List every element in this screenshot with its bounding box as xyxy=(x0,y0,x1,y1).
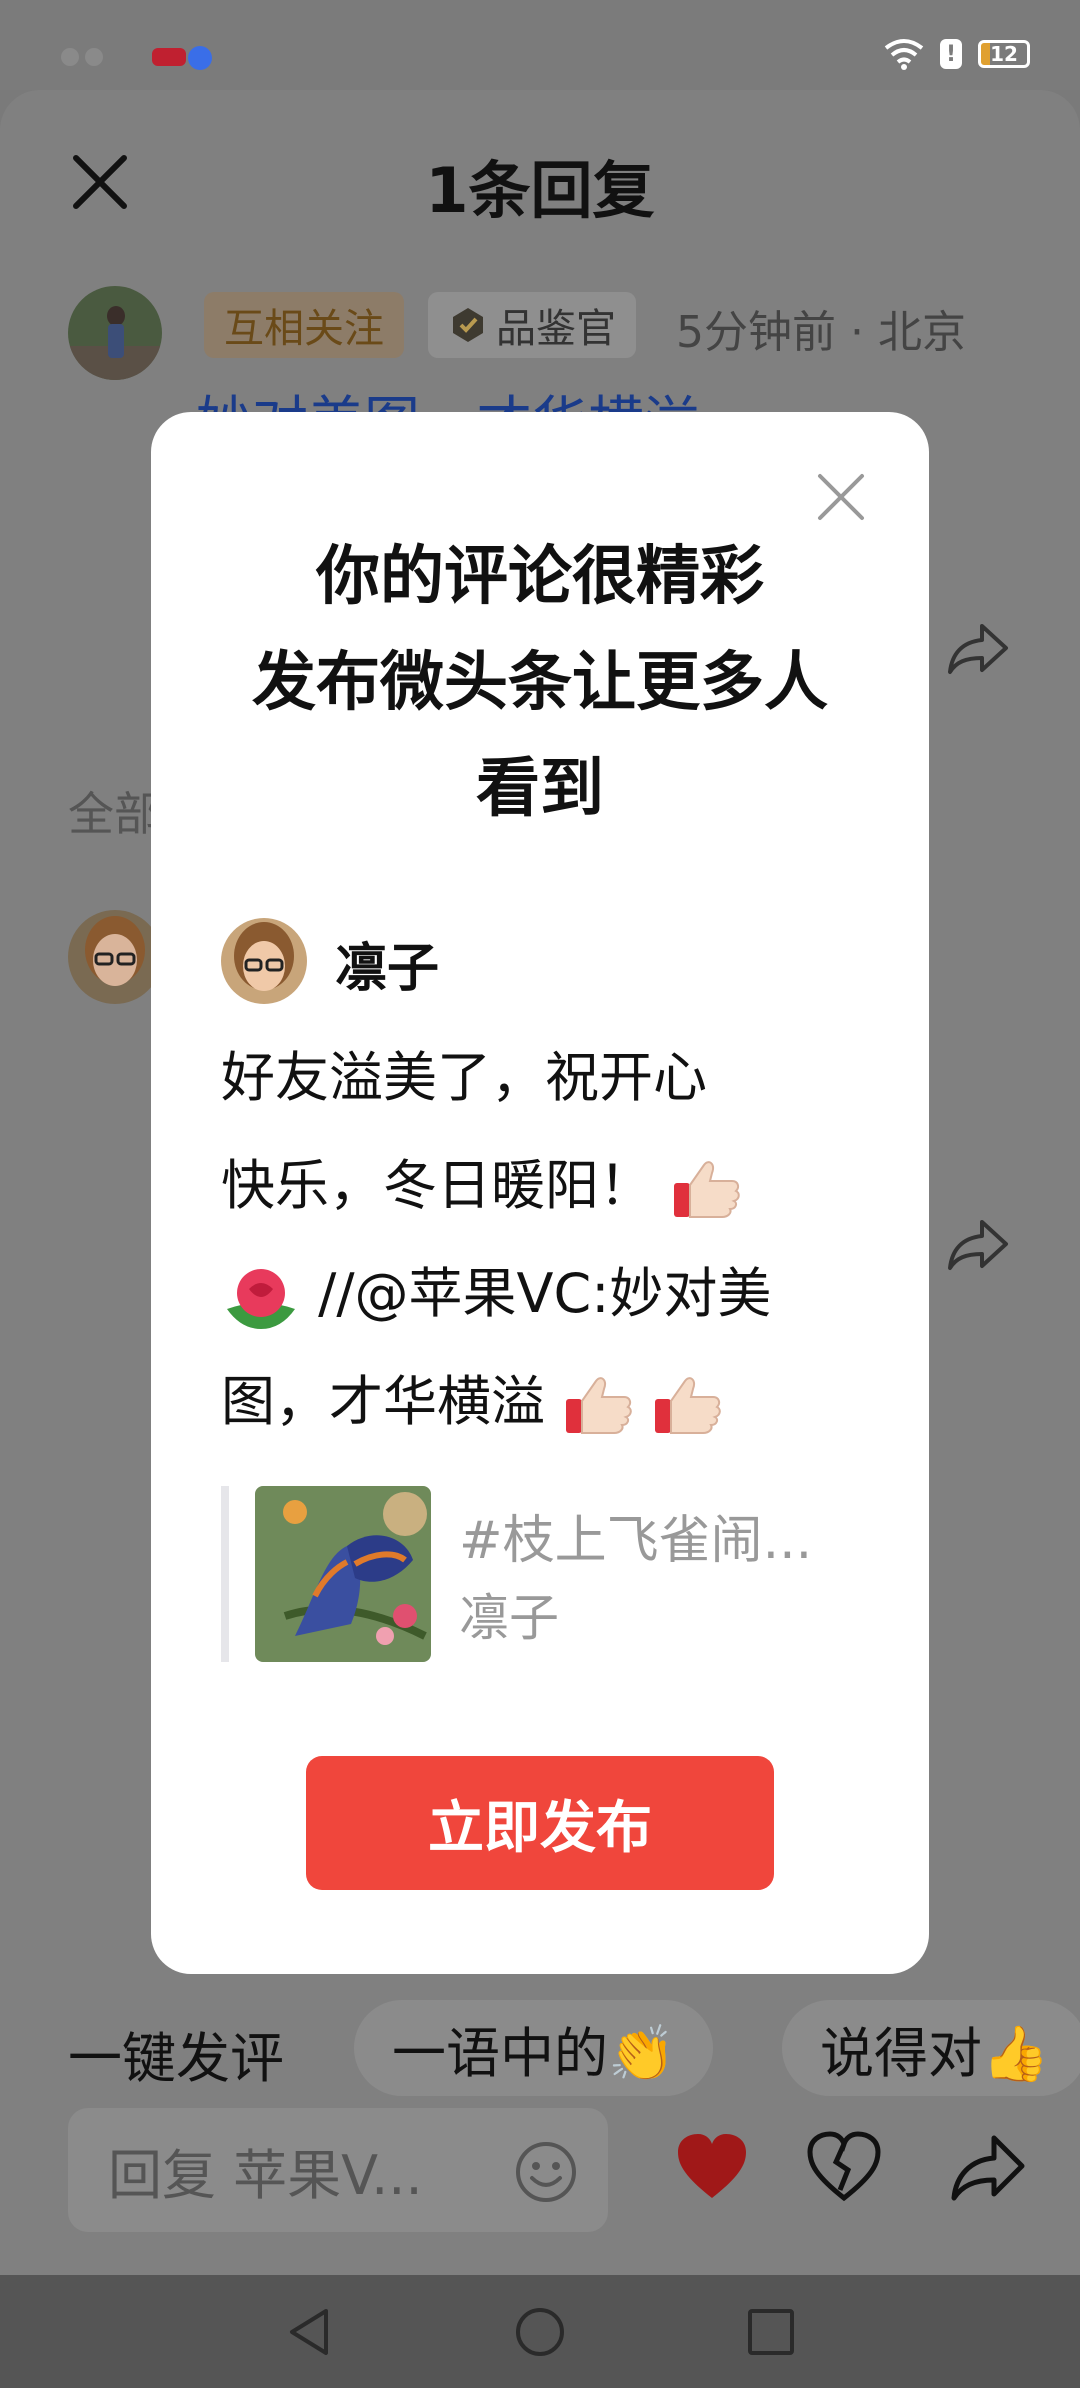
comment-meta: 5分钟前 · 北京 xyxy=(676,307,966,358)
body-text: 快乐，冬日暖阳！ xyxy=(221,1154,653,1217)
publish-now-button[interactable]: 立即发布 xyxy=(306,1756,774,1890)
body-text: //@苹果VC:妙对美 xyxy=(318,1262,772,1325)
home-icon[interactable] xyxy=(513,2305,567,2359)
all-replies-label: 全部 xyxy=(68,787,160,841)
like-heart-icon[interactable] xyxy=(674,2130,750,2206)
sheet-title: 1条回复 xyxy=(425,154,655,227)
body-line: 图，才华横溢 xyxy=(221,1348,841,1456)
quoted-post-title[interactable]: #枝上飞雀闹... xyxy=(459,1498,812,1573)
avatar[interactable] xyxy=(68,910,162,1004)
battery-icon: 12 xyxy=(978,40,1030,68)
headline-line: 发布微头条让更多人 xyxy=(252,646,828,720)
share-icon[interactable] xyxy=(946,1216,1010,1272)
reply-input-placeholder: 回复 苹果V... xyxy=(108,2143,423,2207)
thumbs-up-icon xyxy=(674,1161,740,1219)
body-line: 快乐，冬日暖阳！ xyxy=(221,1132,841,1240)
thumbs-up-icon xyxy=(566,1377,632,1435)
quote-divider xyxy=(221,1486,229,1662)
quick-reply-chip[interactable]: 一语中的👏 xyxy=(354,2000,714,2096)
body-text: 图，才华横溢 xyxy=(221,1370,545,1433)
body-line: //@苹果VC:妙对美 xyxy=(221,1240,841,1348)
publish-prompt-dialog: 你的评论很精彩 发布微头条让更多人 看到 凛子 好友溢美了，祝开心 快乐，冬日暖… xyxy=(151,412,929,1974)
share-icon[interactable] xyxy=(950,2130,1026,2206)
reply-input[interactable]: 回复 苹果V... xyxy=(68,2108,608,2232)
system-nav-bar xyxy=(0,2275,1080,2388)
status-notification-icons xyxy=(61,46,212,70)
body-line: 好友溢美了，祝开心 xyxy=(221,1046,707,1109)
critic-badge: 品鉴官 xyxy=(428,292,636,358)
dialog-headline: 你的评论很精彩 发布微头条让更多人 看到 xyxy=(151,524,929,842)
share-icon[interactable] xyxy=(946,620,1010,676)
status-bar: ! 12 xyxy=(0,0,1080,90)
avatar xyxy=(221,918,307,1004)
broken-heart-icon[interactable] xyxy=(806,2130,882,2206)
headline-line: 你的评论很精彩 xyxy=(316,540,764,614)
wifi-icon xyxy=(884,39,924,70)
quick-comment-button[interactable]: 一键发评 xyxy=(68,2014,284,2093)
thumbs-up-icon xyxy=(655,1377,722,1435)
mutual-follow-badge: 互相关注 xyxy=(204,292,404,358)
emoji-icon[interactable] xyxy=(514,2140,578,2204)
quick-reply-chip[interactable]: 说得对👍 xyxy=(782,2000,1080,2096)
critic-badge-label: 品鉴官 xyxy=(496,306,616,352)
critic-badge-icon xyxy=(453,308,483,342)
back-icon[interactable] xyxy=(282,2305,336,2359)
quoted-post-thumbnail[interactable] xyxy=(255,1486,431,1662)
rose-icon xyxy=(227,1269,295,1330)
quoted-post-author: 凛子 xyxy=(459,1589,559,1647)
comment-body: 好友溢美了，祝开心 快乐，冬日暖阳！ //@苹果VC:妙对美 图，才华横溢 xyxy=(221,1024,841,1456)
avatar[interactable] xyxy=(68,286,162,380)
username: 凛子 xyxy=(335,939,440,999)
dialog-close-icon[interactable] xyxy=(816,472,866,522)
headline-line: 看到 xyxy=(476,752,604,826)
alert-icon: ! xyxy=(940,39,962,69)
recents-icon[interactable] xyxy=(744,2305,798,2359)
quick-reply-row: 一键发评 一语中的👏 说得对👍 xyxy=(0,2000,1080,2096)
